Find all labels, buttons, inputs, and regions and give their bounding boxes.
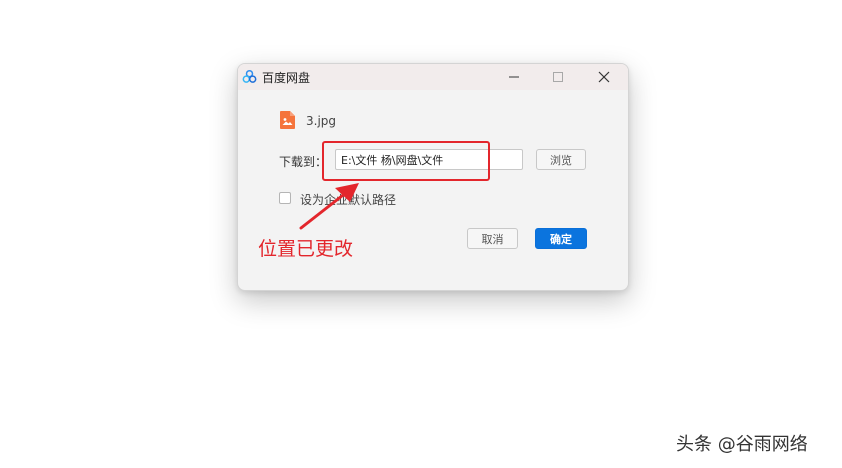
default-path-checkbox[interactable]	[279, 192, 291, 204]
close-button[interactable]	[582, 64, 626, 90]
watermark: 头条 @谷雨网络	[676, 434, 808, 455]
browse-button[interactable]: 浏览	[536, 149, 586, 170]
confirm-button[interactable]: 确定	[535, 228, 587, 249]
file-name: 3.jpg	[306, 114, 337, 128]
title-bar[interactable]: 百度网盘	[238, 64, 628, 90]
cancel-button[interactable]: 取消	[467, 228, 518, 249]
annotation-text: 位置已更改	[258, 238, 354, 260]
window-title: 百度网盘	[262, 71, 311, 85]
annotation-highlight-box	[322, 141, 490, 181]
minimize-button[interactable]	[492, 64, 536, 90]
download-to-label: 下载到：	[279, 155, 328, 169]
annotation-arrow-icon	[299, 183, 359, 230]
maximize-button[interactable]	[536, 64, 580, 90]
maximize-icon	[553, 72, 563, 82]
minimize-icon	[509, 76, 519, 78]
close-icon	[598, 71, 610, 83]
baidu-netdisk-logo-icon	[242, 69, 257, 83]
image-file-icon	[280, 111, 295, 129]
